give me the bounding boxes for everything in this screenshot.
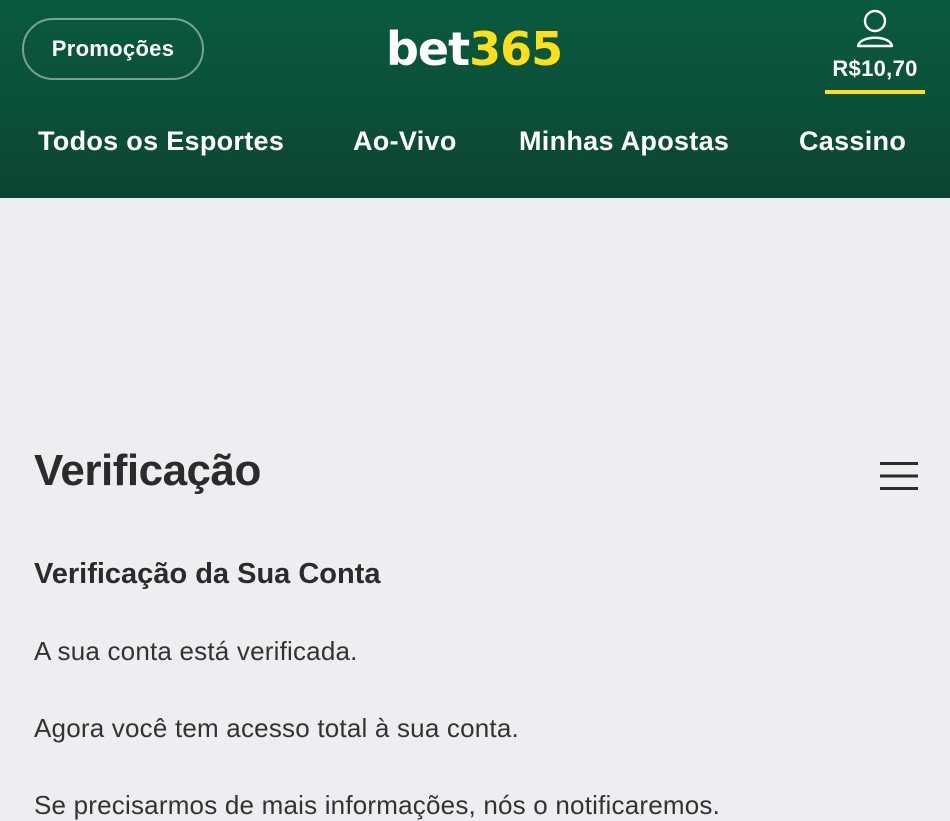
nav-item-live[interactable]: Ao-Vivo	[353, 126, 457, 157]
promotions-button[interactable]: Promoções	[22, 18, 204, 80]
logo-text-bet: bet	[386, 22, 470, 76]
page-title: Verificação	[34, 446, 261, 495]
site-header: Promoções bet365 R$10,70 Todos os Esport…	[0, 0, 950, 198]
balance-underline	[825, 90, 925, 94]
main-nav: Todos os Esportes Ao-Vivo Minhas Apostas…	[0, 126, 950, 172]
section-title: Verificação da Sua Conta	[34, 558, 381, 590]
nav-item-casino[interactable]: Cassino	[799, 126, 906, 157]
full-access-message: Agora você tem acesso total à sua conta.	[34, 713, 519, 743]
hamburger-menu-icon[interactable]	[880, 460, 918, 492]
account-button[interactable]: R$10,70	[822, 8, 928, 94]
account-balance: R$10,70	[832, 56, 918, 81]
nav-item-my-bets[interactable]: Minhas Apostas	[519, 126, 729, 157]
logo-text-365: 365	[469, 22, 563, 76]
verified-message: A sua conta está verificada.	[34, 636, 358, 666]
user-icon	[856, 9, 894, 48]
bet365-logo[interactable]: bet365	[386, 22, 563, 76]
nav-item-all-sports[interactable]: Todos os Esportes	[38, 126, 284, 157]
notification-message: Se precisarmos de mais informações, nós …	[34, 790, 721, 820]
